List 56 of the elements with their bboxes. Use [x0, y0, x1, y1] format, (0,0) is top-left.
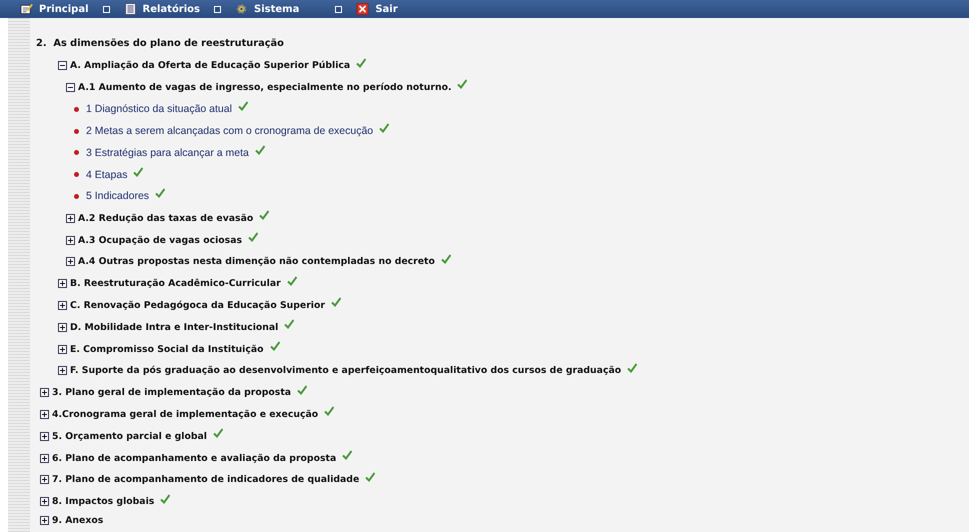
expand-toggle-icon[interactable]	[58, 344, 67, 354]
expand-toggle-icon[interactable]	[40, 454, 49, 463]
expand-toggle-icon[interactable]	[66, 236, 75, 245]
expand-toggle-icon[interactable]	[40, 410, 49, 419]
menu-item[interactable]: Sair	[348, 3, 406, 15]
bullet-icon	[74, 128, 79, 134]
menu-item[interactable]: Principal	[12, 3, 96, 15]
tree-item[interactable]: 3. Plano geral de implementação da proposta	[52, 387, 292, 398]
bullet-icon	[74, 194, 79, 199]
separator-icon	[102, 6, 110, 12]
tree-item[interactable]: 4.Cronograma geral de implementação e execução	[52, 408, 318, 420]
tree-link[interactable]: 4 Etapas	[86, 168, 128, 181]
expand-toggle-icon[interactable]	[58, 61, 67, 70]
separator-icon	[335, 6, 342, 12]
tree-item[interactable]: 9. Anexos	[52, 515, 104, 526]
bullet-icon	[74, 106, 79, 112]
tree-link[interactable]: 5 Indicadores	[86, 190, 150, 202]
tree-item[interactable]: A.4 Outras propostas nesta dimenção não contempladas no decreto	[78, 256, 435, 268]
menu-item[interactable]: Relatórios	[116, 3, 208, 15]
tree-item[interactable]: 5. Orçamento parcial e global	[52, 430, 207, 442]
tree-item[interactable]: A.2 Redução das taxas de evasão	[78, 212, 254, 224]
expand-toggle-icon[interactable]	[58, 300, 67, 310]
tree-item[interactable]: B. Reestruturação Acadêmico-Curricular	[70, 278, 281, 290]
tree-item[interactable]: C. Renovação Pedagógoca da Educação Superior	[70, 300, 325, 311]
expand-toggle-icon[interactable]	[40, 497, 49, 506]
tree-item[interactable]: F. Suporte da pós graduação ao desenvolvimento e aperfeiçoamentoqualitativo dos cursos de graduação	[70, 365, 622, 376]
tree-link[interactable]: 2 Metas a serem alcançadas com o cronograma de execução	[86, 125, 374, 138]
tree-link[interactable]: 1 Diagnóstico da situação atual	[86, 103, 232, 116]
tree-item[interactable]: 7. Plano de acompanhamento de indicadores de qualidade	[52, 474, 360, 486]
expand-toggle-icon[interactable]	[40, 432, 49, 441]
tree-item[interactable]: A.1 Aumento de vagas de ingresso, especialmente no período noturno.	[78, 82, 452, 93]
expand-toggle-icon[interactable]	[58, 366, 67, 376]
expand-toggle-icon[interactable]	[40, 475, 49, 484]
separator-icon	[214, 6, 221, 12]
tree-link[interactable]: 3 Estratégias para alcançar a meta	[86, 146, 249, 159]
tree-heading: 2. As dimensões do plano de reestruturação	[36, 38, 284, 50]
bullet-icon	[74, 150, 79, 156]
menu-item[interactable]: Sistema	[227, 3, 308, 15]
expand-toggle-icon[interactable]	[66, 214, 75, 223]
close-icon	[356, 3, 370, 15]
expand-toggle-icon[interactable]	[66, 82, 75, 92]
gear-icon	[235, 3, 248, 15]
tree-item[interactable]: A.3 Ocupação de vagas ociosas	[78, 234, 242, 246]
tree-item[interactable]: 8. Impactos globais	[52, 496, 154, 508]
notepad-icon	[20, 3, 33, 15]
bullet-icon	[74, 172, 79, 178]
expand-toggle-icon[interactable]	[40, 388, 49, 398]
expand-toggle-icon[interactable]	[66, 257, 75, 266]
expand-toggle-icon[interactable]	[58, 322, 67, 332]
tree-item[interactable]: D. Mobilidade Intra e Inter-Institucional	[70, 322, 278, 333]
tree-item[interactable]: 6. Plano de acompanhamento e avaliação da proposta	[52, 452, 336, 464]
tree-item[interactable]: A. Ampliação da Oferta de Educação Superior Pública	[70, 60, 350, 72]
expand-toggle-icon[interactable]	[58, 279, 67, 288]
tree-item[interactable]: E. Compromisso Social da Instituição	[70, 344, 264, 355]
document-icon	[124, 3, 136, 15]
expand-toggle-icon[interactable]	[40, 516, 49, 526]
